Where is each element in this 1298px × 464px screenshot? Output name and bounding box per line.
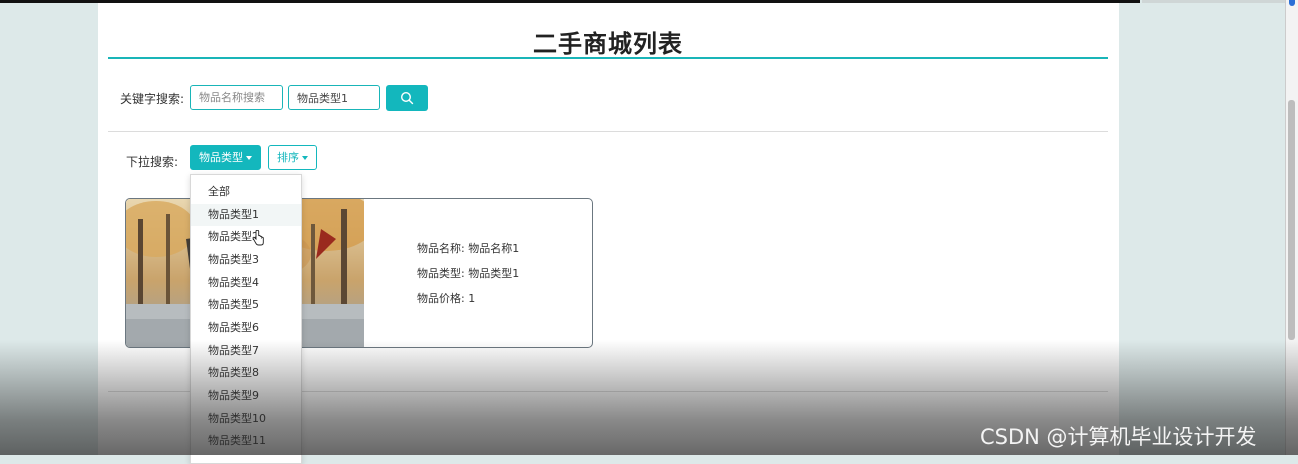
hand-cursor-icon (252, 230, 264, 246)
dropdown-item[interactable]: 物品类型9 (191, 385, 301, 407)
dropdown-item[interactable]: 物品类型10 (191, 408, 301, 430)
sort-dropdown-label: 排序 (277, 151, 299, 164)
product-name: 物品名称: 物品名称1 (417, 242, 520, 255)
caret-down-icon (246, 156, 252, 160)
type-search-input[interactable] (288, 85, 380, 110)
type-dropdown-label: 物品类型 (199, 151, 243, 164)
type-dropdown-menu: 全部 物品类型1 物品类型2 物品类型3 物品类型4 物品类型5 物品类型6 物… (190, 174, 302, 464)
sort-dropdown-button[interactable]: 排序 (268, 145, 317, 170)
product-info: 物品名称: 物品名称1 物品类型: 物品类型1 物品价格: 1 (417, 241, 519, 316)
window-top-bar-right (1142, 0, 1288, 3)
dropdown-item[interactable]: 物品类型3 (191, 249, 301, 271)
keyword-search-label: 关键字搜索: (120, 92, 185, 106)
dropdown-item[interactable]: 物品类型1 (191, 204, 301, 226)
type-dropdown-button[interactable]: 物品类型 (190, 145, 261, 170)
dropdown-item-all[interactable]: 全部 (191, 181, 301, 203)
product-price: 物品价格: 1 (417, 292, 476, 305)
product-type: 物品类型: 物品类型1 (417, 267, 520, 280)
search-icon (400, 91, 414, 105)
dropdown-item[interactable]: 物品类型6 (191, 317, 301, 339)
dropdown-item[interactable]: 物品类型5 (191, 294, 301, 316)
dropdown-item[interactable]: 物品类型2 (191, 226, 301, 248)
caret-down-icon (302, 156, 308, 160)
dropdown-item[interactable]: 物品类型7 (191, 340, 301, 362)
page-title: 二手商城列表 (533, 30, 683, 58)
dropdown-item[interactable]: 物品类型8 (191, 362, 301, 384)
section-divider (108, 131, 1108, 132)
dropdown-item[interactable]: 物品类型4 (191, 272, 301, 294)
main-page: 二手商城列表 关键字搜索: 下拉搜索: 物品类型 排序 (98, 3, 1119, 464)
scrollbar-indicator (1289, 0, 1295, 6)
name-search-input[interactable] (190, 85, 283, 110)
scrollbar-thumb[interactable] (1288, 100, 1295, 340)
search-button[interactable] (386, 85, 428, 111)
browser-scrollbar[interactable] (1285, 0, 1298, 455)
title-underline (108, 57, 1108, 59)
dropdown-search-label: 下拉搜索: (126, 155, 179, 169)
csdn-watermark: CSDN @计算机毕业设计开发 (980, 425, 1257, 449)
dropdown-item[interactable]: 物品类型11 (191, 430, 301, 452)
